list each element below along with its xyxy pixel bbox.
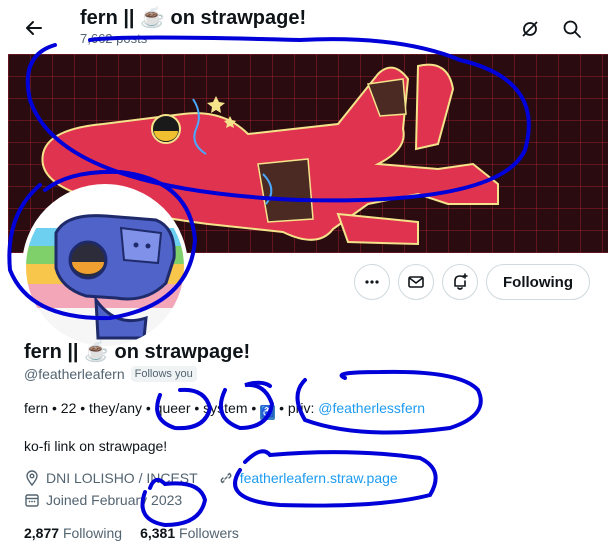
more-dots-icon — [365, 280, 379, 284]
envelope-icon — [408, 276, 424, 288]
following-count: 2,877 — [24, 525, 60, 541]
link-icon — [220, 472, 232, 484]
search-icon — [563, 20, 581, 38]
following-label: Following — [62, 525, 123, 541]
profile-avatar[interactable] — [22, 184, 188, 350]
more-button[interactable] — [354, 264, 390, 300]
profile-handle: @featherleafern — [24, 366, 125, 382]
back-arrow-icon — [26, 21, 42, 35]
avatar-artwork — [26, 188, 184, 346]
bio-text-part1: fern • 22 • they/any — [24, 400, 142, 416]
bell-plus-icon — [454, 273, 468, 290]
grok-icon — [522, 21, 538, 37]
profile-location: DNI LOLISHO / INCEST — [46, 470, 198, 486]
profile-bio: fern • 22 • they/any • queer • system • … — [24, 398, 425, 420]
bio-separator: • — [145, 400, 151, 416]
calendar-icon — [25, 494, 39, 507]
post-count: 7,662 posts — [80, 31, 148, 46]
profile-name: fern || ☕ on strawpage! — [24, 341, 251, 363]
bio-word-queer: queer — [154, 400, 191, 416]
follow-counts: 2,877 Following 6,381 Followers — [24, 525, 239, 541]
meta-row-location: DNI LOLISHO / INCEST featherleafern.stra… — [24, 470, 398, 486]
top-bar: fern || ☕ on strawpage! 7,662 posts — [0, 0, 608, 54]
priv-account-link[interactable]: @featherlessfern — [318, 400, 425, 416]
search-button[interactable] — [556, 13, 588, 45]
bio-line-2: ko-fi link on strawpage! — [24, 438, 168, 454]
following-count-link[interactable]: 2,877 Following — [24, 525, 122, 541]
handle-row: @featherleafern Follows you — [24, 366, 197, 382]
bio-priv-label: priv: — [287, 400, 315, 416]
following-button[interactable]: Following — [486, 264, 590, 300]
follows-you-badge: Follows you — [130, 366, 197, 382]
accessibility-icon: ♿ — [260, 405, 276, 420]
followers-count-link[interactable]: 6,381 Followers — [140, 525, 239, 541]
header-title: fern || ☕ on strawpage! — [80, 7, 307, 29]
followers-count: 6,381 — [140, 525, 176, 541]
bio-separator: • — [279, 400, 284, 416]
message-button[interactable] — [398, 264, 434, 300]
bio-word-system: system — [203, 400, 248, 416]
notify-button[interactable] — [442, 264, 478, 300]
location-pin-icon — [26, 470, 38, 486]
meta-row-joined: Joined February 2023 — [24, 492, 182, 508]
header-title-block: fern || ☕ on strawpage! 7,662 posts — [80, 6, 306, 47]
website-link[interactable]: featherleafern.straw.page — [240, 470, 398, 486]
joined-date: Joined February 2023 — [46, 492, 183, 508]
bio-separator: • — [194, 400, 200, 416]
grok-icon-button[interactable] — [514, 13, 546, 45]
bio-separator: • — [251, 400, 257, 416]
back-button[interactable] — [16, 10, 52, 46]
followers-label: Followers — [179, 525, 239, 541]
